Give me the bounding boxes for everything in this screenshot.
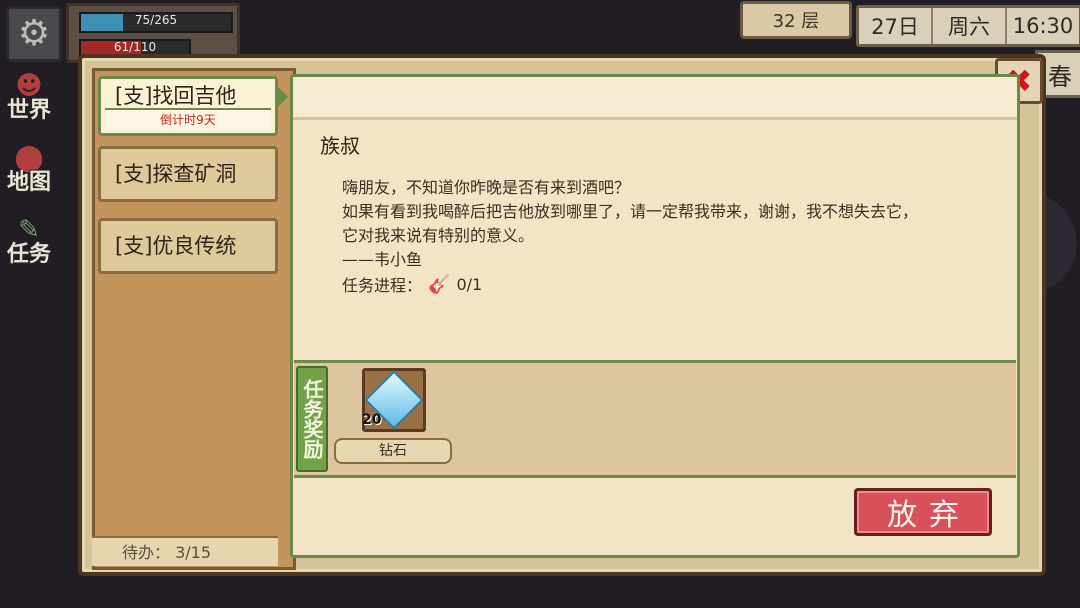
abandon-button[interactable]: 放弃: [854, 488, 992, 536]
active-tab-arrow: [278, 87, 288, 107]
people-icon: ☻: [15, 71, 43, 101]
description-signature: ——韦小鱼: [342, 250, 423, 269]
weekday-label: 周六: [933, 8, 1007, 44]
sidenav-map-label: 地图: [6, 170, 51, 195]
quest-description: 嗨朋友，不知道你昨晚是否有来到酒吧？ 如果有看到我喝醉后把吉他放到哪里了，请一定…: [342, 176, 982, 272]
quest-tab-explore-mine[interactable]: [支]探查矿洞: [98, 146, 278, 202]
floor-indicator: 32 层: [740, 1, 852, 39]
quest-scroll-icon: ✎: [18, 215, 40, 245]
countdown-label: 倒计时9天: [105, 108, 271, 130]
guitar-icon: 🎸: [428, 273, 451, 295]
reward-item-quantity: 20: [362, 412, 382, 428]
description-line: 它对我来说有特别的意义。: [342, 226, 535, 245]
sidenav-quests[interactable]: ✎ 任务: [0, 216, 58, 276]
npc-name: 族叔: [320, 134, 360, 158]
quest-detail-panel: [290, 74, 1020, 558]
sidenav-map[interactable]: ⬤ 地图: [0, 144, 58, 204]
description-line: 嗨朋友，不知道你昨晚是否有来到酒吧？: [342, 178, 631, 197]
map-pin-icon: ⬤: [14, 143, 44, 173]
quest-tab-find-guitar[interactable]: [支]找回吉他 倒计时9天: [98, 76, 278, 136]
sidenav-world[interactable]: ☻ 世界: [0, 72, 58, 132]
settings-gear-icon[interactable]: ⚙: [6, 6, 62, 62]
sidenav-quests-label: 任务: [6, 242, 51, 267]
mp-text: 61/110: [113, 40, 157, 54]
quest-tab-label: [支]探查矿洞: [115, 162, 237, 186]
hp-bar: 75/265: [79, 12, 233, 33]
detail-header-strip: [293, 77, 1017, 120]
quest-list-panel: [92, 68, 296, 570]
progress-value: 0/1: [456, 274, 483, 294]
date-time-panel: 27日 周六 16:30: [856, 5, 1080, 47]
description-line: 如果有看到我喝醉后把吉他放到哪里了，请一定帮我带来，谢谢，我不想失去它，: [342, 202, 919, 221]
quest-tab-good-tradition[interactable]: [支]优良传统: [98, 218, 278, 274]
progress-label: 任务进程：: [342, 276, 423, 295]
quest-progress: 任务进程： 🎸 0/1: [342, 272, 482, 296]
sidenav-world-label: 世界: [6, 98, 51, 123]
day-label: 27日: [859, 8, 933, 44]
quest-tab-label: [支]优良传统: [115, 234, 237, 258]
time-label: 16:30: [1012, 14, 1074, 38]
hp-text: 75/265: [134, 13, 178, 27]
reward-item-name: 钻石: [334, 438, 452, 464]
pending-count: 待办： 3/15: [92, 536, 278, 566]
reward-tag: 任务奖励: [296, 366, 328, 472]
